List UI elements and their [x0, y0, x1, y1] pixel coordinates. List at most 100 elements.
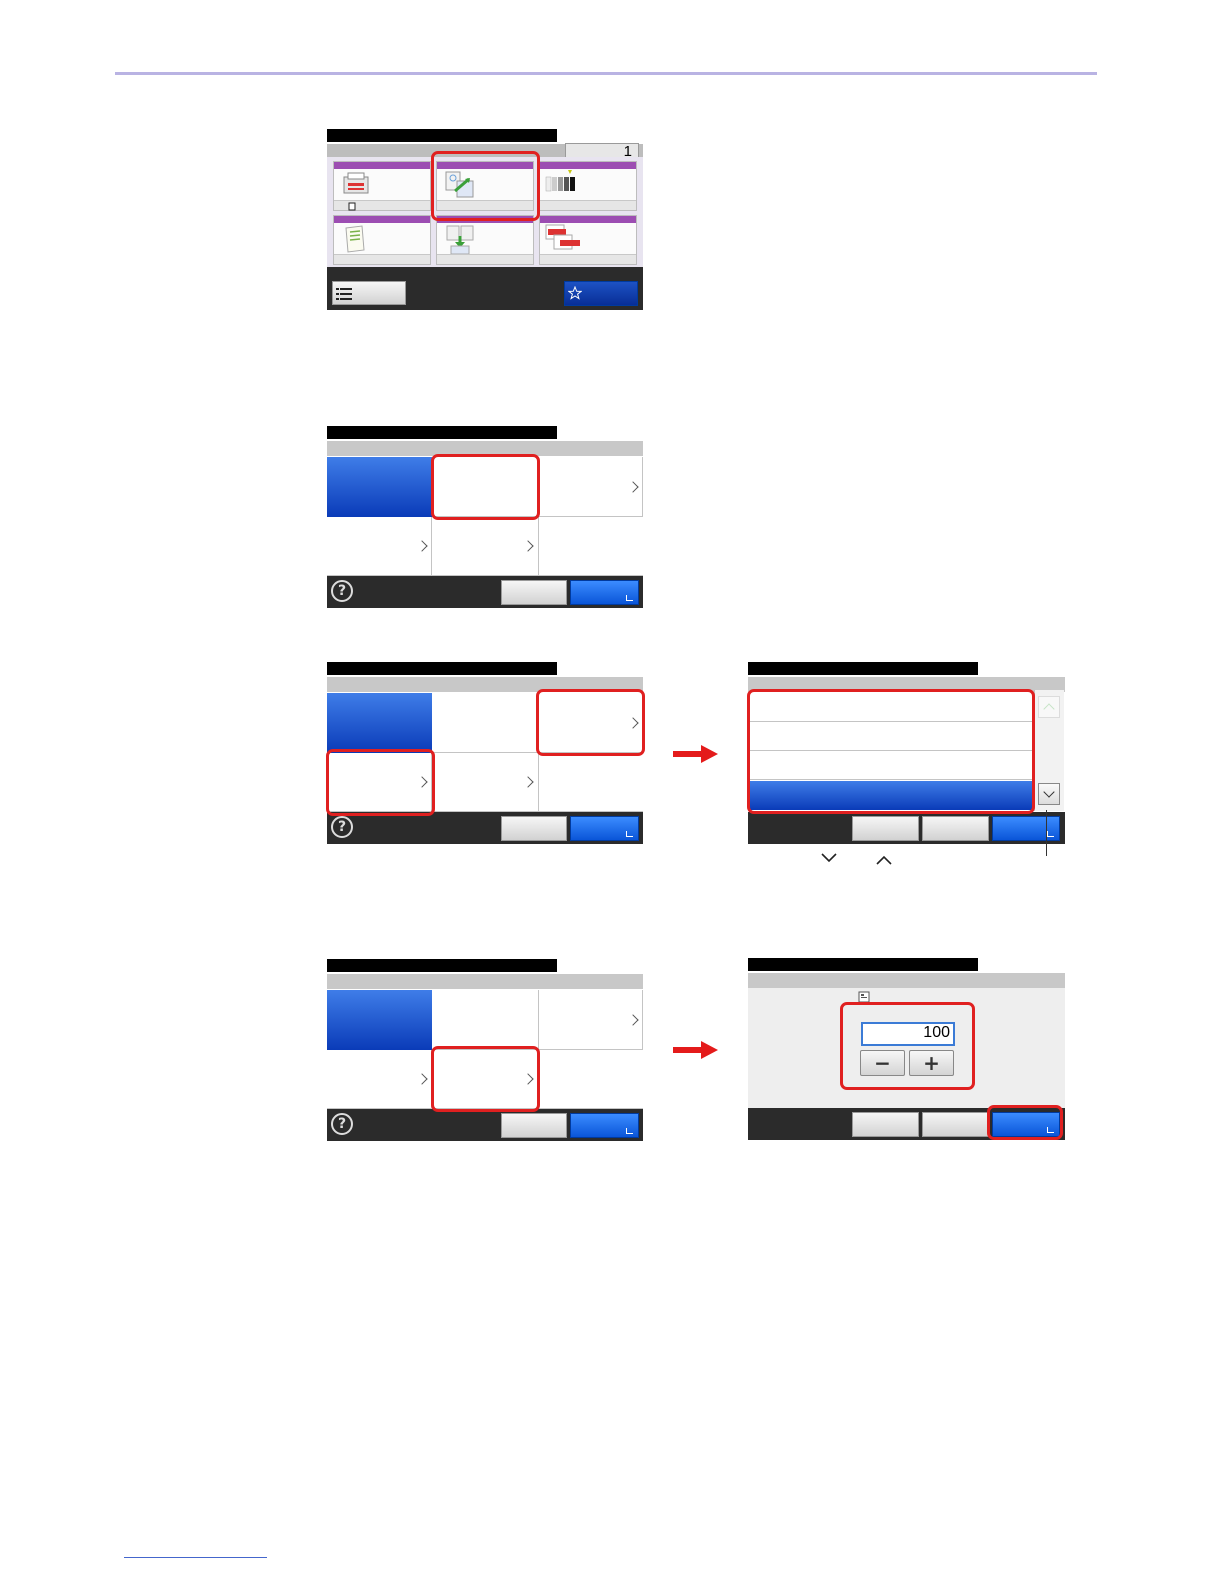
- empty-cell: [539, 517, 643, 576]
- standard-zoom-option[interactable]: [539, 693, 643, 753]
- standard-zoom-option[interactable]: [539, 457, 643, 517]
- zoom-entry-option[interactable]: [327, 1050, 432, 1109]
- density-icon: [545, 170, 575, 192]
- ok-button[interactable]: [570, 1113, 639, 1138]
- chevron-down-icon: [821, 853, 837, 863]
- duplex-tile[interactable]: [333, 215, 431, 265]
- empty-cell: [539, 1050, 643, 1109]
- zoom-icon: [445, 171, 474, 198]
- screen-title-bar: [748, 958, 978, 971]
- status-bar: [327, 441, 643, 456]
- chevron-right-icon: [627, 1014, 639, 1026]
- list-item[interactable]: [748, 693, 1034, 722]
- entry-area: [748, 988, 1065, 1108]
- duplex-icon: [345, 225, 365, 253]
- screen-title-bar: [327, 426, 557, 439]
- combine-tile[interactable]: [436, 215, 534, 265]
- list-icon: [336, 288, 352, 300]
- status-bar: [748, 973, 1065, 988]
- chevron-right-icon: [522, 1073, 534, 1085]
- list-item-selected[interactable]: [748, 781, 1034, 810]
- screen-title-bar: [327, 662, 557, 675]
- callout-line: [1046, 810, 1047, 856]
- help-button[interactable]: ?: [331, 580, 353, 602]
- enter-icon: [626, 595, 633, 601]
- chevron-right-icon: [627, 717, 639, 729]
- scroll-up-button[interactable]: [1038, 696, 1060, 718]
- chevron-right-icon: [416, 1073, 428, 1085]
- plus-icon: +: [923, 1051, 940, 1075]
- favorites-button[interactable]: [564, 281, 638, 306]
- enter-icon: [626, 1128, 633, 1134]
- collate-tile[interactable]: [539, 215, 637, 265]
- zoom-value-field[interactable]: 100: [861, 1022, 955, 1046]
- list-item[interactable]: [748, 722, 1034, 751]
- option-100[interactable]: [432, 693, 539, 753]
- combine-icon: [446, 225, 474, 255]
- scroll-down-button[interactable]: [1038, 783, 1060, 805]
- help-button[interactable]: ?: [331, 816, 353, 838]
- chevron-right-icon: [627, 481, 639, 493]
- minus-button[interactable]: −: [860, 1050, 905, 1076]
- back-button[interactable]: [922, 816, 989, 841]
- option-100[interactable]: [432, 457, 539, 517]
- copy-home-screen: 1: [327, 129, 643, 310]
- cancel-button[interactable]: [501, 1113, 567, 1138]
- scroll-up-symbol: [875, 851, 893, 870]
- xy-zoom-option[interactable]: [432, 1050, 539, 1109]
- cancel-button[interactable]: [852, 1112, 919, 1137]
- xy-zoom-option[interactable]: [432, 753, 539, 812]
- cancel-button[interactable]: [501, 816, 567, 841]
- collate-icon: [545, 224, 580, 250]
- auto-option[interactable]: [327, 990, 432, 1050]
- paper-size-icon: [348, 202, 356, 211]
- list-scrollbar[interactable]: [1034, 690, 1064, 811]
- ok-button[interactable]: [570, 816, 639, 841]
- status-bar: [327, 974, 643, 989]
- arrow-right-icon: [673, 745, 718, 763]
- density-tile[interactable]: [539, 161, 637, 211]
- option-100[interactable]: [432, 990, 539, 1050]
- status-bar: [748, 677, 1065, 692]
- auto-option[interactable]: [327, 693, 432, 753]
- plus-button[interactable]: +: [909, 1050, 954, 1076]
- zoom-entry-option[interactable]: [327, 753, 432, 812]
- cancel-button[interactable]: [852, 816, 919, 841]
- status-bar: [327, 677, 643, 692]
- back-button[interactable]: [922, 1112, 989, 1137]
- cancel-button[interactable]: [501, 580, 567, 605]
- enter-icon: [1047, 831, 1054, 837]
- zoom-screen-step3: ?: [327, 662, 643, 844]
- star-icon: [568, 286, 582, 300]
- zoom-screen-step4: ?: [327, 959, 643, 1141]
- standard-zoom-list-screen: [748, 662, 1065, 844]
- zoom-screen: ?: [327, 426, 643, 608]
- zoom-entry-screen: 100 − +: [748, 958, 1065, 1140]
- empty-cell: [539, 753, 643, 812]
- enter-icon: [626, 831, 633, 837]
- chevron-right-icon: [416, 540, 428, 552]
- chevron-right-icon: [522, 776, 534, 788]
- standard-zoom-option[interactable]: [539, 990, 643, 1050]
- ok-button[interactable]: [992, 816, 1060, 841]
- chevron-right-icon: [416, 776, 428, 788]
- function-menu-button[interactable]: [332, 281, 406, 305]
- list-item[interactable]: [748, 751, 1034, 780]
- ok-button[interactable]: [992, 1112, 1060, 1137]
- chevron-right-icon: [522, 540, 534, 552]
- function-tile-area: [327, 157, 643, 267]
- printer-icon: [343, 172, 369, 194]
- scroll-down-symbol: [820, 848, 838, 867]
- paper-selection-tile[interactable]: [333, 161, 431, 211]
- arrow-right-icon: [673, 1041, 718, 1059]
- minus-icon: −: [874, 1051, 891, 1075]
- page-footer-link-rule: [124, 1557, 267, 1558]
- auto-option[interactable]: [327, 457, 432, 517]
- chevron-up-icon: [1043, 703, 1055, 715]
- zoom-tile[interactable]: [436, 161, 534, 211]
- help-button[interactable]: ?: [331, 1113, 353, 1135]
- ok-button[interactable]: [570, 580, 639, 605]
- xy-zoom-option[interactable]: [432, 517, 539, 576]
- page-header-rule: [115, 72, 1097, 75]
- zoom-entry-option[interactable]: [327, 517, 432, 576]
